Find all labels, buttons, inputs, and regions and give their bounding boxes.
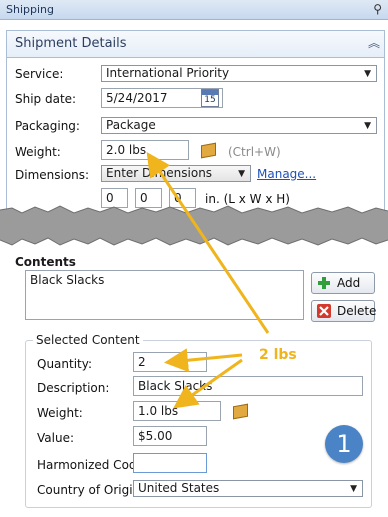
step-badge-number: 1 [336,430,352,458]
step-badge: 1 [325,425,363,463]
annotation-callout: 2 lbs [259,347,297,363]
